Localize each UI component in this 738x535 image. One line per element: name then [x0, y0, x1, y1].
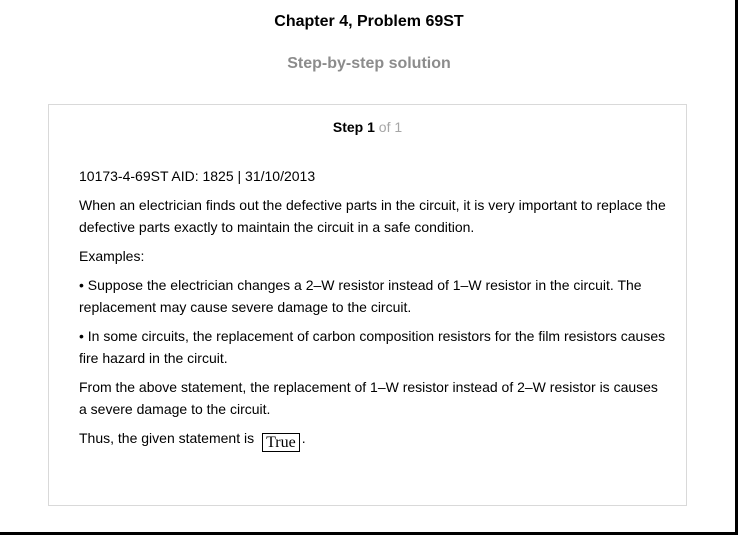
intro-paragraph: When an electrician finds out the defect…	[79, 197, 666, 235]
conclusion-text: Thus, the given statement is	[79, 430, 255, 446]
solution-panel: Step 1 of 1 10173-4-69ST AID: 1825 | 31/…	[48, 104, 687, 506]
examples-label: Examples:	[79, 248, 145, 264]
conclusion-period: .	[301, 430, 306, 446]
answer-box: True	[262, 433, 300, 452]
example-bullet: • Suppose the electrician changes a 2–W …	[79, 277, 642, 315]
page-subtitle: Step-by-step solution	[287, 55, 451, 72]
page-title: Chapter 4, Problem 69ST	[274, 13, 464, 30]
example-bullet: • In some circuits, the replacement of c…	[79, 328, 666, 366]
step-header: Step 1 of 1	[49, 118, 686, 136]
step-label: Step	[332, 119, 364, 135]
conclusion-line: Thus, the given statement is True.	[79, 427, 669, 452]
reference-line: 10173-4-69ST AID: 1825 | 31/10/2013	[79, 168, 316, 184]
step-total: of 1	[378, 119, 403, 135]
step-content: 10173-4-69ST AID: 1825 | 31/10/2013 When…	[79, 165, 669, 459]
statement-paragraph: From the above statement, the replacemen…	[79, 379, 658, 417]
step-number: 1	[367, 119, 375, 135]
